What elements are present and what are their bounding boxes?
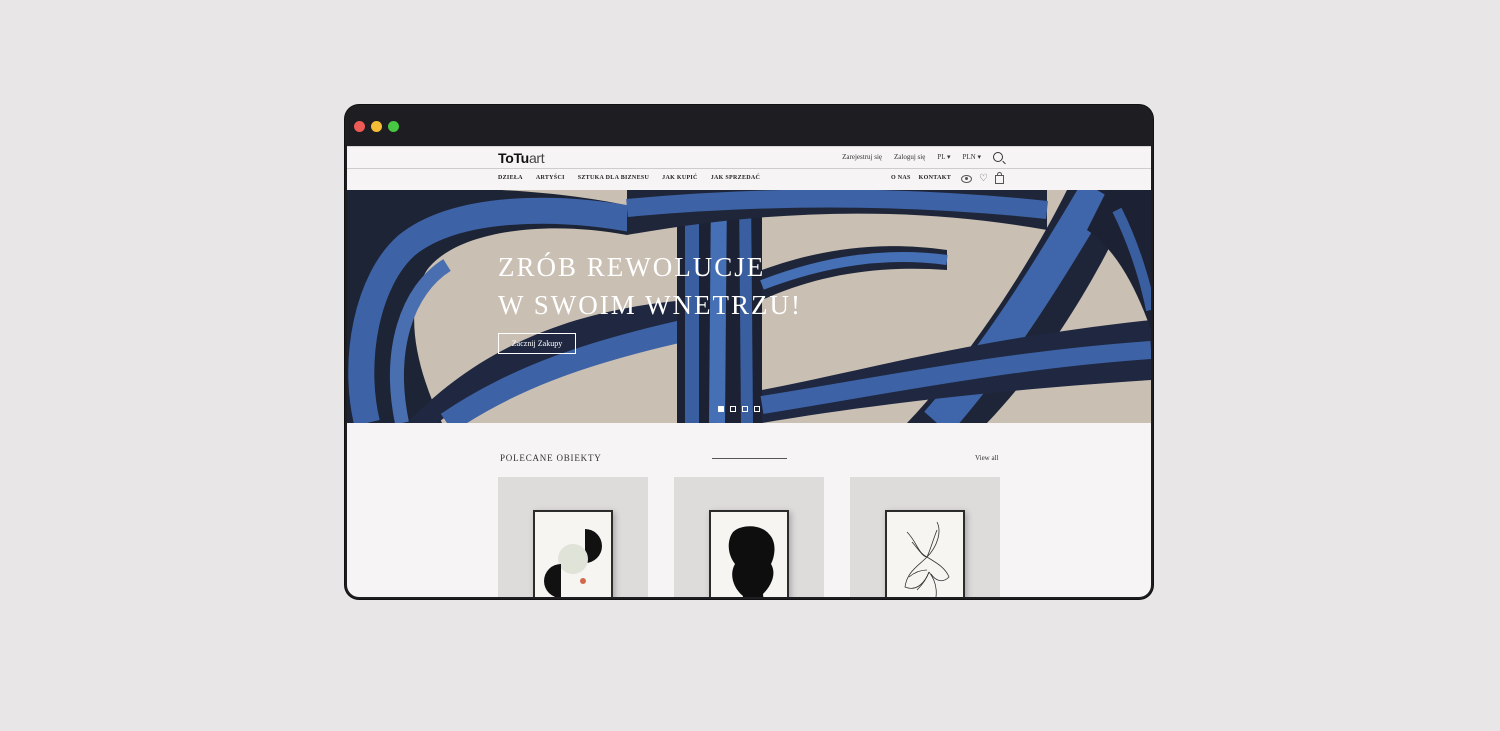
minimize-window-button[interactable] xyxy=(371,121,382,132)
logo-light-text: art xyxy=(528,150,545,166)
carousel-dot-3[interactable] xyxy=(742,406,748,412)
currency-select[interactable]: PLN ▾ xyxy=(963,153,982,161)
product-card-1[interactable] xyxy=(498,477,648,597)
section-divider xyxy=(712,458,787,459)
search-icon[interactable] xyxy=(993,152,1003,162)
nav-item-artysci[interactable]: ARTYŚCI xyxy=(536,175,565,181)
start-shopping-button[interactable]: Zacznij Zakupy xyxy=(498,333,576,354)
nav-item-kontakt[interactable]: KONTAKT xyxy=(919,175,951,181)
close-window-button[interactable] xyxy=(354,121,365,132)
nav-item-o-nas[interactable]: O NAS xyxy=(891,175,911,181)
hero-title: ZRÓB REWOLUCJE W SWOIM WNETRZU! xyxy=(498,248,802,324)
view-all-link[interactable]: View all xyxy=(975,454,999,462)
abstract-circles-artwork xyxy=(533,510,613,597)
eye-icon[interactable] xyxy=(961,174,972,183)
carousel-dot-1[interactable] xyxy=(718,406,724,412)
top-bar: ToTuart Zarejestruj się Zaloguj się PL ▾… xyxy=(347,146,1151,169)
heart-icon[interactable]: ♡ xyxy=(979,173,988,184)
site-logo[interactable]: ToTuart xyxy=(498,150,545,166)
logo-bold-text: ToTu xyxy=(498,150,529,166)
login-link[interactable]: Zaloguj się xyxy=(894,153,925,161)
product-card-3[interactable] xyxy=(850,477,1000,597)
bag-icon[interactable] xyxy=(994,172,1004,184)
window-titlebar xyxy=(345,105,1153,146)
language-select[interactable]: PL ▾ xyxy=(937,153,950,161)
nav-left: DZIEŁA ARTYŚCI SZTUKA DLA BIZNESU JAK KU… xyxy=(498,175,760,181)
browser-window: ToTuart Zarejestruj się Zaloguj się PL ▾… xyxy=(345,105,1153,599)
page-viewport: ToTuart Zarejestruj się Zaloguj się PL ▾… xyxy=(347,146,1151,597)
nav-right: O NAS KONTAKT xyxy=(891,175,951,181)
nav-item-dziela[interactable]: DZIEŁA xyxy=(498,175,523,181)
nav-item-jak-sprzedac[interactable]: JAK SPRZEDAĆ xyxy=(711,175,760,181)
register-link[interactable]: Zarejestruj się xyxy=(842,153,882,161)
carousel-dot-4[interactable] xyxy=(754,406,760,412)
black-silhouette-artwork xyxy=(709,510,789,597)
top-links: Zarejestruj się Zaloguj się PL ▾ PLN ▾ xyxy=(842,152,1003,162)
product-card-2[interactable] xyxy=(674,477,824,597)
nav-icons: ♡ xyxy=(961,172,1004,184)
maximize-window-button[interactable] xyxy=(388,121,399,132)
nav-item-sztuka-dla-biznesu[interactable]: SZTUKA DLA BIZNESU xyxy=(578,175,649,181)
flower-sketch-artwork xyxy=(885,510,965,597)
hero-title-line2: W SWOIM WNETRZU! xyxy=(498,290,802,320)
carousel-indicators xyxy=(718,406,760,412)
nav-item-jak-kupic[interactable]: JAK KUPIĆ xyxy=(662,175,698,181)
hero-banner: ZRÓB REWOLUCJE W SWOIM WNETRZU! Zacznij … xyxy=(347,190,1151,423)
carousel-dot-2[interactable] xyxy=(730,406,736,412)
main-nav: DZIEŁA ARTYŚCI SZTUKA DLA BIZNESU JAK KU… xyxy=(347,168,1151,191)
featured-section-title: POLECANE OBIEKTY xyxy=(500,453,602,463)
hero-title-line1: ZRÓB REWOLUCJE xyxy=(498,252,766,282)
